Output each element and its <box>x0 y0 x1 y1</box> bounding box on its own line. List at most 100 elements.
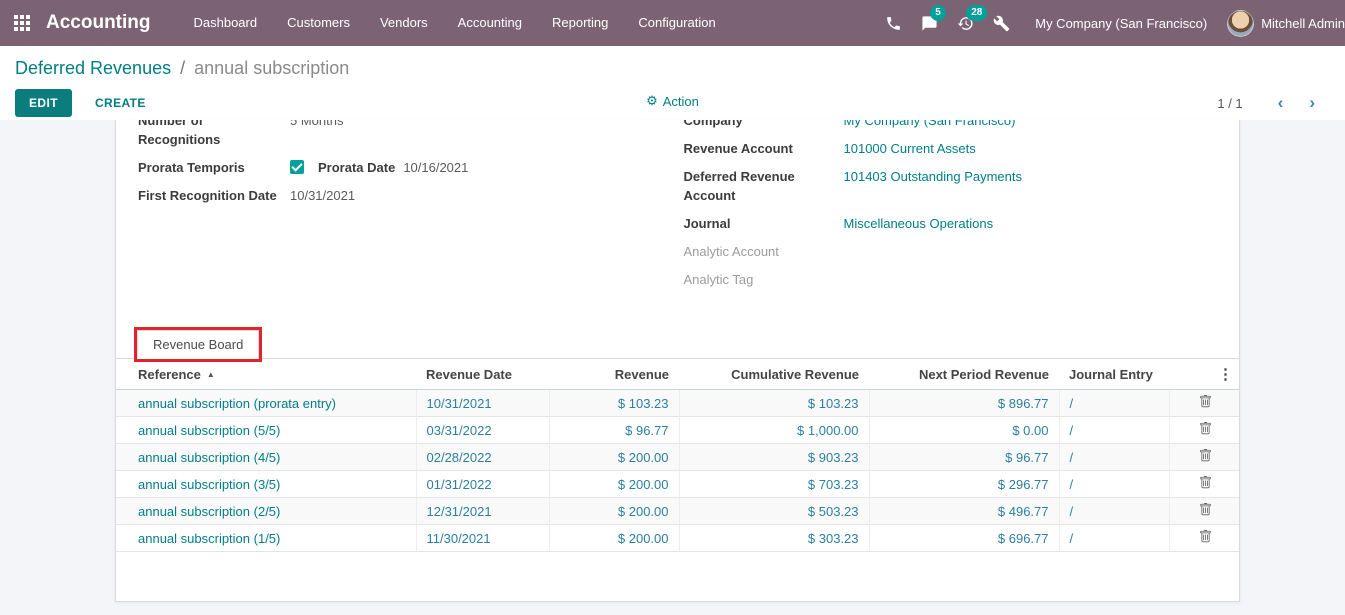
cumulative-revenue-cell: $ 903.23 <box>808 450 859 465</box>
next-period-revenue-cell: $ 296.77 <box>998 477 1049 492</box>
reference-link[interactable]: annual subscription (prorata entry) <box>138 396 336 411</box>
journal-entry-cell: / <box>1070 477 1074 492</box>
reference-link[interactable]: annual subscription (1/5) <box>138 531 280 546</box>
table-row[interactable]: annual subscription (2/5) 12/31/2021 $ 2… <box>116 498 1240 525</box>
field-analytic-tag: Analytic Tag <box>684 270 1230 289</box>
menu-customers[interactable]: Customers <box>272 0 365 46</box>
pager-next-button[interactable]: › <box>1296 93 1328 113</box>
revenue-date-cell: 01/31/2022 <box>427 477 492 492</box>
form-fields: Number of Recognitions 5 Months Prorata … <box>116 120 1239 298</box>
menu-vendors[interactable]: Vendors <box>365 0 443 46</box>
table-row[interactable]: annual subscription (5/5) 03/31/2022 $ 9… <box>116 417 1240 444</box>
cumulative-revenue-cell: $ 303.23 <box>808 531 859 546</box>
journal-link[interactable]: Miscellaneous Operations <box>844 214 994 233</box>
delete-row-button[interactable] <box>1199 503 1212 519</box>
field-value: 10/31/2021 <box>290 186 355 205</box>
revenue-date-cell: 12/31/2021 <box>427 504 492 519</box>
reference-link[interactable]: annual subscription (2/5) <box>138 504 280 519</box>
action-label: Action <box>663 94 699 109</box>
pager-previous-button[interactable]: ‹ <box>1265 93 1297 113</box>
menu-configuration[interactable]: Configuration <box>623 0 730 46</box>
cumulative-revenue-cell: $ 103.23 <box>808 396 859 411</box>
prorata-date-label: Prorata Date <box>318 158 395 177</box>
breadcrumb-current: annual subscription <box>194 58 349 78</box>
column-header-revenue[interactable]: Revenue <box>549 359 679 390</box>
revenue-date-cell: 10/31/2021 <box>427 396 492 411</box>
pager: 1 / 1 ‹ › <box>1217 93 1328 113</box>
messages-icon[interactable]: 5 <box>911 0 947 46</box>
menu-reporting[interactable]: Reporting <box>537 0 623 46</box>
create-button[interactable]: CREATE <box>89 95 152 111</box>
revenue-date-cell: 03/31/2022 <box>427 423 492 438</box>
tab-revenue-board[interactable]: Revenue Board <box>137 330 259 359</box>
revenue-cell: $ 96.77 <box>625 423 668 438</box>
column-header-cumulative-revenue[interactable]: Cumulative Revenue <box>679 359 869 390</box>
table-row[interactable]: annual subscription (4/5) 02/28/2022 $ 2… <box>116 444 1240 471</box>
menu-dashboard[interactable]: Dashboard <box>179 0 273 46</box>
next-period-revenue-cell: $ 496.77 <box>998 504 1049 519</box>
next-period-revenue-cell: $ 896.77 <box>998 396 1049 411</box>
revenue-cell: $ 103.23 <box>618 396 669 411</box>
revenue-cell: $ 200.00 <box>618 477 669 492</box>
deferred-account-link[interactable]: 101403 Outstanding Payments <box>844 167 1023 205</box>
column-header-journal-entry[interactable]: Journal Entry <box>1059 359 1169 390</box>
revenue-cell: $ 200.00 <box>618 450 669 465</box>
menu-accounting[interactable]: Accounting <box>443 0 537 46</box>
delete-row-button[interactable] <box>1199 422 1212 438</box>
delete-row-button[interactable] <box>1199 476 1212 492</box>
revenue-date-cell: 11/30/2021 <box>427 531 491 546</box>
column-header-revenue-date[interactable]: Revenue Date <box>416 359 549 390</box>
activities-icon[interactable]: 28 <box>947 0 983 46</box>
sort-ascending-icon: ▲ <box>207 370 215 379</box>
company-link[interactable]: My Company (San Francisco) <box>844 120 1016 130</box>
delete-row-button[interactable] <box>1199 530 1212 546</box>
field-label: Deferred Revenue Account <box>684 167 844 205</box>
app-title[interactable]: Accounting <box>46 12 151 34</box>
field-label: Company <box>684 120 844 130</box>
table-row[interactable]: annual subscription (3/5) 01/31/2022 $ 2… <box>116 471 1240 498</box>
journal-entry-cell: / <box>1070 423 1074 438</box>
pager-value: 1 / 1 <box>1217 96 1242 111</box>
edit-button[interactable]: EDIT <box>15 89 72 117</box>
delete-row-button[interactable] <box>1199 395 1212 411</box>
highlight-box: Revenue Board <box>134 327 262 362</box>
user-menu[interactable]: Mitchell Admin <box>1261 16 1345 31</box>
reference-link[interactable]: annual subscription (5/5) <box>138 423 280 438</box>
field-deferred-revenue-account: Deferred Revenue Account 101403 Outstand… <box>684 167 1230 205</box>
apps-menu-button[interactable] <box>0 0 44 46</box>
table-header-row: Reference▲ Revenue Date Revenue Cumulati… <box>116 359 1240 390</box>
company-switcher[interactable]: My Company (San Francisco) <box>1035 16 1207 31</box>
user-avatar[interactable] <box>1227 10 1254 37</box>
revenue-date-cell: 02/28/2022 <box>427 450 492 465</box>
optional-columns-icon[interactable]: ⋮ <box>1169 359 1240 390</box>
field-company: Company My Company (San Francisco) <box>684 120 1230 130</box>
field-label: Journal <box>684 214 844 233</box>
breadcrumb-separator: / <box>180 58 185 78</box>
field-journal: Journal Miscellaneous Operations <box>684 214 1230 233</box>
table-row[interactable]: annual subscription (1/5) 11/30/2021 $ 2… <box>116 525 1240 552</box>
breadcrumb-parent[interactable]: Deferred Revenues <box>15 58 171 78</box>
field-revenue-account: Revenue Account 101000 Current Assets <box>684 139 1230 158</box>
field-label: Analytic Account <box>684 242 844 261</box>
prorata-checkbox[interactable] <box>290 160 304 174</box>
column-header-next-period-revenue[interactable]: Next Period Revenue <box>869 359 1059 390</box>
apps-grid-icon <box>14 15 30 31</box>
action-menu-button[interactable]: ⚙ Action <box>646 93 699 109</box>
phone-icon[interactable] <box>875 0 911 46</box>
notebook-tabs: Revenue Board <box>116 322 1239 359</box>
reference-link[interactable]: annual subscription (3/5) <box>138 477 280 492</box>
delete-row-button[interactable] <box>1199 449 1212 465</box>
reference-link[interactable]: annual subscription (4/5) <box>138 450 280 465</box>
journal-entry-cell: / <box>1070 450 1074 465</box>
table-row[interactable]: annual subscription (prorata entry) 10/3… <box>116 390 1240 417</box>
field-value: 5 Months <box>290 120 343 149</box>
journal-entry-cell: / <box>1070 396 1074 411</box>
field-label: First Recognition Date <box>138 186 290 205</box>
cumulative-revenue-cell: $ 703.23 <box>808 477 859 492</box>
field-label: Revenue Account <box>684 139 844 158</box>
column-header-reference[interactable]: Reference▲ <box>116 359 416 390</box>
prorata-date-value: 10/16/2021 <box>403 158 468 177</box>
revenue-account-link[interactable]: 101000 Current Assets <box>844 139 976 158</box>
debug-tools-icon[interactable] <box>983 0 1019 46</box>
content-area: Number of Recognitions 5 Months Prorata … <box>0 120 1345 615</box>
